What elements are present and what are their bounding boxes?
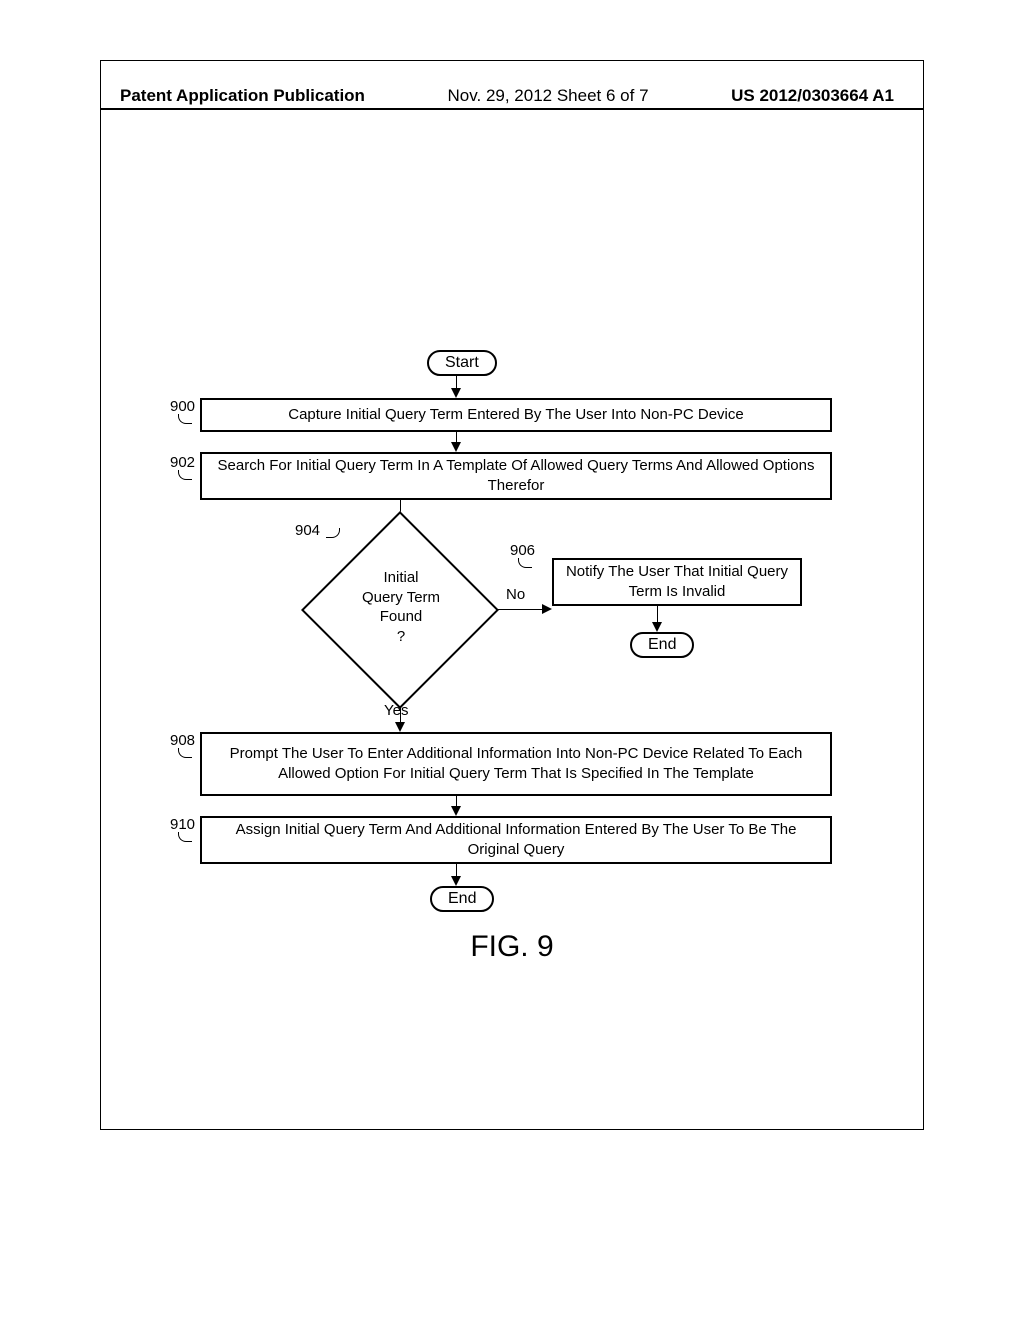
edge-yes: Yes xyxy=(384,702,408,719)
figure-label: FIG. 9 xyxy=(100,930,924,964)
header-divider xyxy=(100,108,924,110)
arrowhead-right-icon xyxy=(542,604,552,614)
page-header: Patent Application Publication Nov. 29, … xyxy=(0,86,1024,106)
step-910: Assign Initial Query Term And Additional… xyxy=(200,816,832,864)
arrowhead-down-icon xyxy=(652,622,662,632)
end-terminator-1: End xyxy=(630,632,694,658)
header-center: Nov. 29, 2012 Sheet 6 of 7 xyxy=(448,86,649,106)
step-906: Notify The User That Initial Query Term … xyxy=(552,558,802,606)
end-terminator-2: End xyxy=(430,886,494,912)
ref-910: 910 xyxy=(170,816,195,833)
arrowhead-down-icon xyxy=(395,722,405,732)
ref-908: 908 xyxy=(170,732,195,749)
ref-906: 906 xyxy=(510,542,535,559)
step-text: Prompt The User To Enter Additional Info… xyxy=(210,744,822,785)
step-text: Notify The User That Initial Query Term … xyxy=(562,562,792,603)
step-text: Assign Initial Query Term And Additional… xyxy=(210,820,822,861)
ref-904: 904 xyxy=(295,522,320,539)
edge-no: No xyxy=(506,586,525,603)
step-902: Search For Initial Query Term In A Templ… xyxy=(200,452,832,500)
step-text: Capture Initial Query Term Entered By Th… xyxy=(288,405,743,425)
arrowhead-down-icon xyxy=(451,806,461,816)
step-908: Prompt The User To Enter Additional Info… xyxy=(200,732,832,796)
step-text: Search For Initial Query Term In A Templ… xyxy=(210,456,822,497)
arrow xyxy=(498,609,544,610)
decision-text: Initial Query Term Found ? xyxy=(336,568,466,646)
arrowhead-down-icon xyxy=(451,876,461,886)
header-left: Patent Application Publication xyxy=(120,86,365,106)
arrowhead-down-icon xyxy=(451,388,461,398)
ref-900: 900 xyxy=(170,398,195,415)
step-900: Capture Initial Query Term Entered By Th… xyxy=(200,398,832,432)
start-terminator: Start xyxy=(427,350,497,376)
arrowhead-down-icon xyxy=(451,442,461,452)
header-right: US 2012/0303664 A1 xyxy=(731,86,894,106)
ref-902: 902 xyxy=(170,454,195,471)
